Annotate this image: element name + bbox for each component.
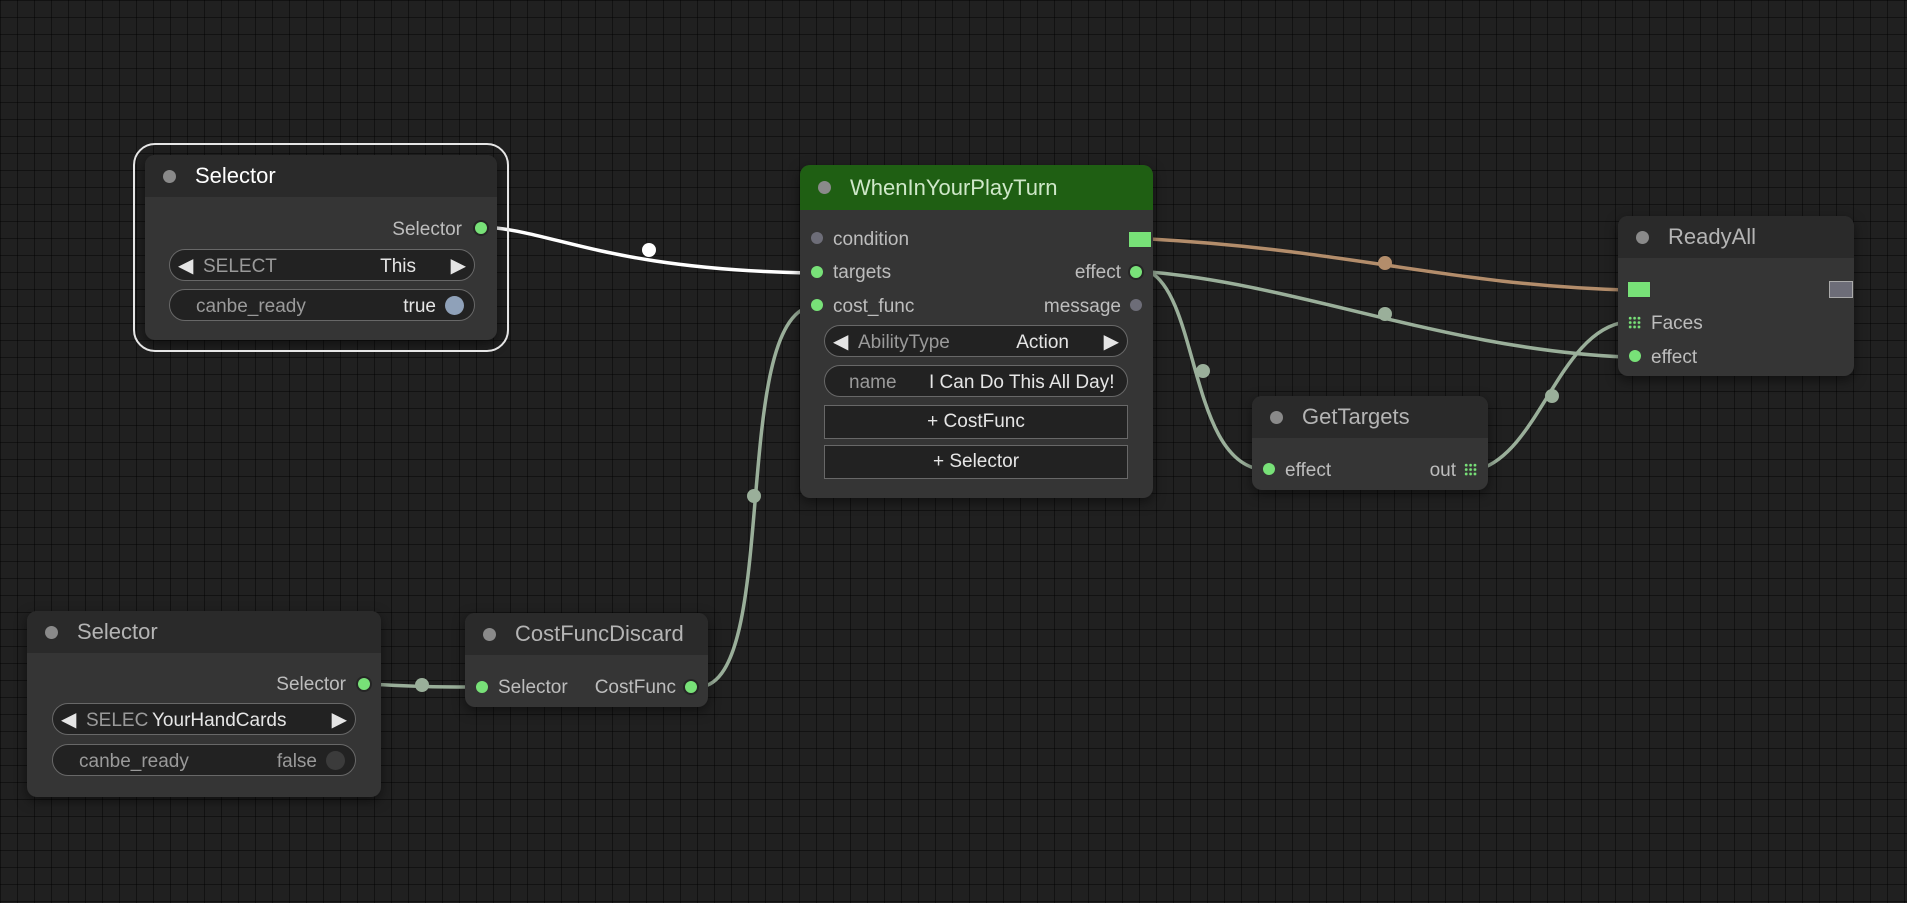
name-value: I Can Do This All Day!: [929, 372, 1115, 393]
node-title[interactable]: WhenInYourPlayTurn: [800, 165, 1153, 210]
collapse-dot-icon[interactable]: [1270, 411, 1283, 424]
collapse-dot-icon[interactable]: [1636, 231, 1649, 244]
effect-output-label: effect: [1074, 262, 1121, 283]
ready-all-node[interactable]: ReadyAll Faces effect: [1618, 216, 1854, 376]
node-title[interactable]: GetTargets: [1252, 396, 1488, 438]
targets-input-slot[interactable]: [811, 266, 823, 278]
left-arrow-icon[interactable]: ◀: [178, 253, 193, 278]
effect-input-label: effect: [1285, 460, 1332, 481]
select-label: SELECT: [203, 256, 277, 277]
output-slot-label: Selector: [392, 219, 462, 240]
toggle-value: false: [276, 751, 317, 772]
ready-all-output-slot[interactable]: [1829, 281, 1853, 298]
faces-grid-icon[interactable]: [1628, 316, 1641, 329]
canbe-ready-toggle[interactable]: canbe_ready true: [169, 289, 475, 321]
cost-func-input-slot[interactable]: [811, 299, 823, 311]
toggle-label: canbe_ready: [196, 296, 306, 317]
output-slot[interactable]: [358, 678, 370, 690]
name-text-field[interactable]: name I Can Do This All Day!: [824, 365, 1128, 397]
selector-node-bottom[interactable]: Selector Selector ◀ SELEC YourHandCards …: [27, 611, 381, 797]
cost-func-discard-node[interactable]: CostFuncDiscard Selector CostFunc: [465, 613, 708, 707]
ready-all-input-slot[interactable]: [1627, 281, 1651, 298]
node-title[interactable]: ReadyAll: [1618, 216, 1854, 258]
right-arrow-icon[interactable]: ▶: [451, 253, 466, 278]
effect-input-label: effect: [1651, 347, 1698, 368]
toggle-label: canbe_ready: [79, 751, 189, 772]
node-title-text: Selector: [77, 619, 158, 644]
add-costfunc-button[interactable]: + CostFunc: [824, 405, 1128, 439]
left-arrow-icon[interactable]: ◀: [833, 329, 848, 354]
costfunc-output-label: CostFunc: [594, 677, 676, 698]
node-title-text: ReadyAll: [1668, 224, 1757, 249]
toggle-off-icon[interactable]: [326, 751, 345, 770]
ability-type-label: AbilityType: [858, 332, 950, 353]
toggle-on-icon[interactable]: [445, 296, 464, 315]
select-combo[interactable]: ◀ SELECT This ▶: [169, 249, 475, 281]
right-arrow-icon[interactable]: ▶: [332, 707, 347, 732]
node-title-text: WhenInYourPlayTurn: [850, 174, 1058, 200]
cost-func-input-label: cost_func: [833, 296, 915, 317]
collapse-dot-icon[interactable]: [818, 181, 831, 194]
ability-type-value: Action: [1016, 332, 1069, 353]
select-combo[interactable]: ◀ SELEC YourHandCards ▶: [52, 703, 356, 735]
select-value: This: [380, 256, 416, 277]
select-label: SELEC: [86, 710, 149, 731]
node-title-text: GetTargets: [1302, 404, 1410, 429]
selector-input-slot[interactable]: [476, 681, 488, 693]
effect-input-slot[interactable]: [1263, 463, 1275, 475]
costfunc-output-slot[interactable]: [685, 681, 697, 693]
targets-input-label: targets: [833, 262, 892, 283]
add-selector-button[interactable]: + Selector: [824, 445, 1128, 479]
get-targets-node[interactable]: GetTargets effect out: [1252, 396, 1488, 490]
toggle-value: true: [403, 296, 436, 317]
condition-input-slot[interactable]: [811, 232, 823, 244]
selector-input-label: Selector: [498, 677, 568, 698]
node-title[interactable]: CostFuncDiscard: [465, 613, 708, 655]
link-midpoint: [642, 243, 656, 257]
link-midpoint: [415, 678, 429, 692]
canbe-ready-toggle[interactable]: canbe_ready false: [52, 744, 356, 776]
collapse-dot-icon[interactable]: [45, 626, 58, 639]
out-grid-icon[interactable]: [1464, 463, 1477, 476]
link-midpoint: [1378, 256, 1392, 270]
collapse-dot-icon[interactable]: [483, 628, 496, 641]
collapse-dot-icon[interactable]: [163, 170, 176, 183]
select-value: YourHandCards: [152, 710, 287, 731]
condition-output-slot[interactable]: [1128, 231, 1152, 248]
condition-input-label: condition: [833, 229, 910, 250]
node-title-text: CostFuncDiscard: [515, 621, 684, 646]
link-midpoint: [747, 489, 761, 503]
out-output-label: out: [1429, 460, 1456, 481]
output-slot-label: Selector: [276, 674, 346, 695]
when-in-your-play-turn-node[interactable]: WhenInYourPlayTurn condition targets eff…: [800, 165, 1153, 498]
link-midpoint: [1378, 307, 1392, 321]
link-midpoint: [1196, 364, 1210, 378]
message-output-label: message: [1043, 296, 1121, 317]
node-title-text: Selector: [195, 163, 276, 188]
output-slot[interactable]: [475, 222, 487, 234]
right-arrow-icon[interactable]: ▶: [1104, 329, 1119, 354]
selector-node-top[interactable]: Selector Selector ◀ SELECT This ▶ canbe_…: [133, 143, 509, 352]
name-label: name: [849, 372, 897, 393]
left-arrow-icon[interactable]: ◀: [61, 707, 76, 732]
effect-input-slot[interactable]: [1629, 350, 1641, 362]
message-output-slot[interactable]: [1130, 299, 1142, 311]
ability-type-combo[interactable]: ◀ AbilityType Action ▶: [824, 325, 1128, 357]
effect-output-slot[interactable]: [1130, 266, 1142, 278]
faces-input-label: Faces: [1651, 313, 1703, 334]
link-midpoint: [1545, 389, 1559, 403]
node-title[interactable]: Selector: [145, 155, 497, 197]
node-title[interactable]: Selector: [27, 611, 381, 653]
